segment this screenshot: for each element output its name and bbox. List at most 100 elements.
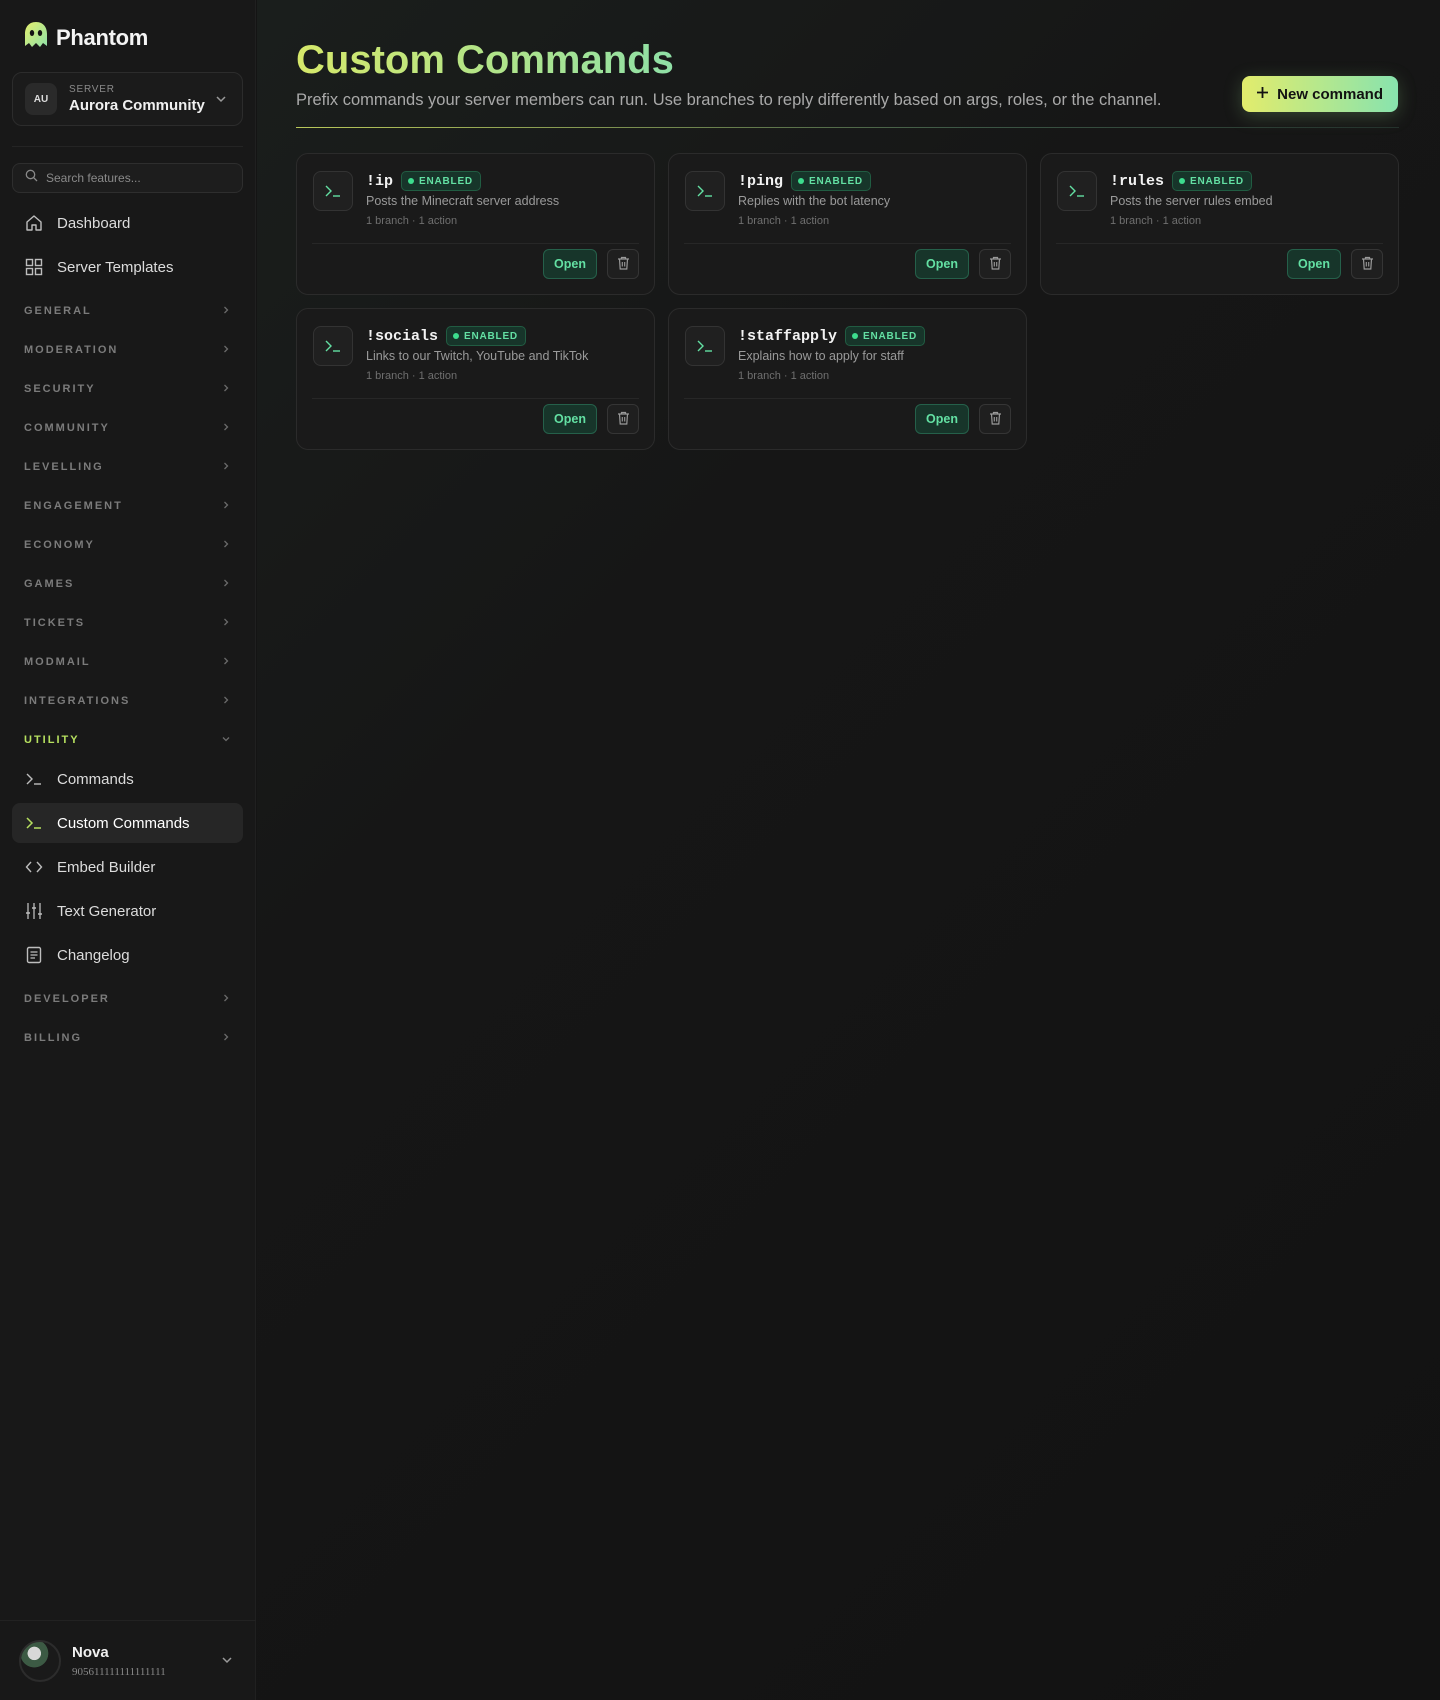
command-description: Posts the Minecraft server address bbox=[366, 194, 560, 208]
chevron-right-icon bbox=[221, 419, 231, 437]
card-divider bbox=[684, 243, 1011, 244]
trash-icon bbox=[989, 256, 1002, 273]
section-utility[interactable]: UTILITY bbox=[12, 720, 243, 759]
status-badge: ENABLED bbox=[845, 326, 925, 346]
status-dot-icon bbox=[1179, 178, 1186, 184]
ghost-logo-icon bbox=[22, 20, 50, 55]
open-button[interactable]: Open bbox=[915, 249, 969, 279]
chevron-right-icon bbox=[221, 1029, 231, 1047]
grid-icon bbox=[24, 257, 44, 277]
section-billing[interactable]: BILLING bbox=[12, 1018, 243, 1057]
sidebar-item-label: Server Templates bbox=[57, 258, 174, 276]
command-meta: 1 branch · 1 action bbox=[738, 370, 830, 382]
trash-icon bbox=[1361, 256, 1374, 273]
main-content: Custom Commands Prefix commands your ser… bbox=[257, 0, 1440, 1700]
trash-icon bbox=[617, 411, 630, 428]
terminal-icon bbox=[1057, 171, 1097, 211]
home-icon bbox=[24, 213, 44, 233]
command-name: !socials bbox=[366, 327, 439, 345]
section-label: GENERAL bbox=[24, 304, 92, 317]
command-name: !staffapply bbox=[738, 327, 838, 345]
command-card: !staffapply ENABLED Explains how to appl… bbox=[668, 308, 1027, 450]
section-security[interactable]: SECURITY bbox=[12, 369, 243, 408]
sidebar-nav: Dashboard Server Templates GENERAL MODER… bbox=[12, 203, 243, 1057]
chevron-right-icon bbox=[221, 575, 231, 593]
sidebar-item-dashboard[interactable]: Dashboard bbox=[12, 203, 243, 243]
sidebar-item-label: Custom Commands bbox=[57, 814, 190, 832]
sidebar-item-label: Text Generator bbox=[57, 902, 157, 920]
sidebar-item-custom-commands[interactable]: Custom Commands bbox=[12, 803, 243, 843]
delete-button[interactable] bbox=[1351, 249, 1383, 279]
section-community[interactable]: COMMUNITY bbox=[12, 408, 243, 447]
sidebar-item-commands[interactable]: Commands bbox=[12, 759, 243, 799]
section-levelling[interactable]: LEVELLING bbox=[12, 447, 243, 486]
section-label: MODERATION bbox=[24, 343, 119, 356]
page-title: Custom Commands bbox=[296, 38, 674, 82]
command-card: !rules ENABLED Posts the server rules em… bbox=[1040, 153, 1399, 295]
terminal-icon bbox=[24, 769, 44, 789]
brand[interactable]: Phantom bbox=[22, 20, 148, 55]
section-games[interactable]: GAMES bbox=[12, 564, 243, 603]
section-general[interactable]: GENERAL bbox=[12, 291, 243, 330]
section-label: ENGAGEMENT bbox=[24, 499, 123, 512]
sidebar-item-label: Commands bbox=[57, 770, 134, 788]
server-switcher[interactable]: AU SERVER Aurora Community bbox=[12, 72, 243, 126]
delete-button[interactable] bbox=[979, 249, 1011, 279]
open-button[interactable]: Open bbox=[915, 404, 969, 434]
open-button[interactable]: Open bbox=[1287, 249, 1341, 279]
command-meta: 1 branch · 1 action bbox=[1110, 215, 1202, 227]
section-modmail[interactable]: MODMAIL bbox=[12, 642, 243, 681]
sidebar-divider bbox=[12, 146, 243, 147]
server-name: Aurora Community bbox=[69, 97, 205, 114]
section-engagement[interactable]: ENGAGEMENT bbox=[12, 486, 243, 525]
user-menu[interactable]: Nova 905611111111111111 bbox=[0, 1620, 256, 1700]
section-economy[interactable]: ECONOMY bbox=[12, 525, 243, 564]
command-name: !rules bbox=[1110, 172, 1165, 190]
status-dot-icon bbox=[453, 333, 460, 339]
section-label: GAMES bbox=[24, 577, 75, 590]
section-tickets[interactable]: TICKETS bbox=[12, 603, 243, 642]
page-subtitle: Prefix commands your server members can … bbox=[296, 91, 1162, 109]
section-label: SECURITY bbox=[24, 382, 96, 395]
open-button[interactable]: Open bbox=[543, 249, 597, 279]
sidebar-item-text-generator[interactable]: Text Generator bbox=[12, 891, 243, 931]
sidebar-item-label: Embed Builder bbox=[57, 858, 156, 876]
terminal-icon bbox=[313, 326, 353, 366]
status-dot-icon bbox=[798, 178, 805, 184]
server-caption: SERVER bbox=[69, 84, 115, 95]
delete-button[interactable] bbox=[607, 249, 639, 279]
status-badge: ENABLED bbox=[446, 326, 526, 346]
chevron-right-icon bbox=[221, 497, 231, 515]
brand-name: Phantom bbox=[56, 24, 149, 50]
chevron-down-icon bbox=[221, 731, 231, 749]
sidebar-item-label: Changelog bbox=[57, 946, 130, 964]
section-moderation[interactable]: MODERATION bbox=[12, 330, 243, 369]
avatar bbox=[19, 1639, 61, 1682]
trash-icon bbox=[617, 256, 630, 273]
search-input[interactable]: Search features... bbox=[12, 163, 243, 193]
chevron-right-icon bbox=[221, 990, 231, 1008]
section-label: ECONOMY bbox=[24, 538, 95, 551]
card-divider bbox=[1056, 243, 1383, 244]
status-dot-icon bbox=[852, 333, 859, 339]
sidebar-item-server-templates[interactable]: Server Templates bbox=[12, 247, 243, 287]
status-label: ENABLED bbox=[1190, 175, 1244, 187]
card-divider bbox=[312, 398, 639, 399]
document-icon bbox=[24, 945, 44, 965]
open-button[interactable]: Open bbox=[543, 404, 597, 434]
chevron-down-icon bbox=[214, 92, 228, 111]
chevron-down-icon bbox=[220, 1653, 234, 1672]
terminal-icon bbox=[24, 813, 44, 833]
header-divider bbox=[296, 127, 1399, 128]
chevron-right-icon bbox=[221, 536, 231, 554]
section-integrations[interactable]: INTEGRATIONS bbox=[12, 681, 243, 720]
section-developer[interactable]: DEVELOPER bbox=[12, 979, 243, 1018]
sidebar-item-embed-builder[interactable]: Embed Builder bbox=[12, 847, 243, 887]
new-command-button[interactable]: New command bbox=[1242, 76, 1398, 112]
card-divider bbox=[312, 243, 639, 244]
sidebar-item-changelog[interactable]: Changelog bbox=[12, 935, 243, 975]
delete-button[interactable] bbox=[607, 404, 639, 434]
status-badge: ENABLED bbox=[1172, 171, 1252, 191]
delete-button[interactable] bbox=[979, 404, 1011, 434]
user-id: 905611111111111111 bbox=[72, 1665, 166, 1678]
